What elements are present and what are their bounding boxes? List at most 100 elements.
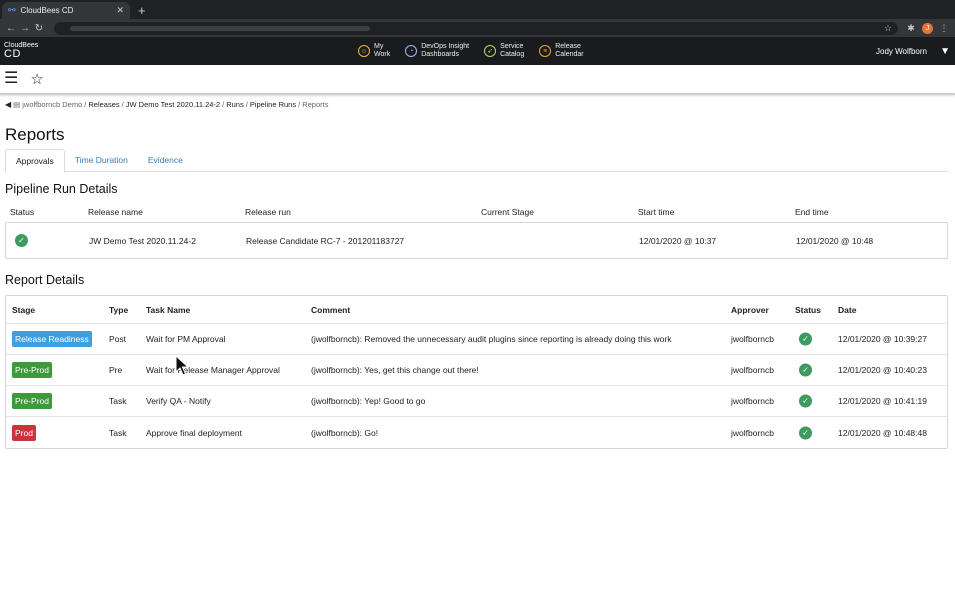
nav-devops-insight[interactable]: ◔ DevOps Insight Dashboards <box>405 43 469 59</box>
page-title: Reports <box>5 125 65 144</box>
forward-icon[interactable]: → <box>18 23 32 34</box>
start-time-value: 12/01/2020 @ 10:37 <box>639 236 717 246</box>
report-details-heading: Report Details <box>5 273 85 287</box>
date-cell: 12/01/2020 @ 10:40:23 <box>838 365 927 375</box>
breadcrumb-pipeline-runs[interactable]: Pipeline Runs <box>250 100 296 109</box>
breadcrumb-current: Reports <box>302 100 329 109</box>
approver-cell: jwolfborncb <box>731 334 774 344</box>
table-header-row: Stage Type Task Name Comment Approver St… <box>6 296 947 324</box>
nav-release-calendar[interactable]: ≡ Release Calendar <box>539 43 584 59</box>
type-cell: Post <box>109 334 127 344</box>
tab-evidence[interactable]: Evidence <box>138 149 193 172</box>
extensions-icon[interactable]: ✱ <box>904 23 918 34</box>
hamburger-menu-icon[interactable]: ☰ <box>4 71 18 87</box>
browser-toolbar: ← → ↻ ☆ ✱ J ⋮ <box>0 19 955 37</box>
table-row[interactable]: Prod Task Approve final deployment (jwol… <box>6 417 947 448</box>
tab-approvals[interactable]: Approvals <box>5 149 65 173</box>
success-check-icon: ✓ <box>15 234 28 247</box>
reload-icon[interactable]: ↻ <box>32 23 46 34</box>
col-status: Status <box>10 207 35 217</box>
back-icon[interactable]: ← <box>4 23 18 34</box>
browser-profile-avatar[interactable]: J <box>922 22 933 34</box>
approver-cell: jwolfborncb <box>731 427 774 438</box>
breadcrumb-releases[interactable]: Releases <box>88 100 119 109</box>
bookmark-star-icon[interactable]: ☆ <box>884 23 892 34</box>
top-nav: ☺ My Work ◔ DevOps Insight Dashboards ➶ Se… <box>358 37 599 65</box>
stage-badge: Pre-Prod <box>12 362 53 378</box>
type-cell: Task <box>109 396 127 406</box>
user-menu[interactable]: Jody Wolfborn <box>876 47 927 56</box>
nav-my-work[interactable]: ☺ My Work <box>358 43 390 59</box>
col-date: Date <box>838 304 857 315</box>
rocket-icon: ➶ <box>484 45 497 57</box>
table-row[interactable]: Pre-Prod Pre Wait for Release Manager Ap… <box>6 355 947 386</box>
breadcrumb-runs[interactable]: Runs <box>226 100 244 109</box>
task-name-cell: Verify QA - Notify <box>146 396 211 406</box>
browser-tab-title: CloudBees CD <box>20 6 74 15</box>
breadcrumb-release[interactable]: JW Demo Test 2020.11.24-2 <box>126 100 220 109</box>
calendar-icon: ≡ <box>539 45 552 57</box>
col-release-name: Release name <box>88 207 143 217</box>
comment-cell: (jwolfborncb): Go! <box>311 427 379 438</box>
brand-logo[interactable]: CloudBees CD <box>4 42 38 60</box>
app-toolbar: ☰ ☆ <box>0 65 955 95</box>
new-tab-button[interactable]: + <box>138 2 146 19</box>
type-cell: Pre <box>109 365 123 375</box>
app-header: CloudBees CD ☺ My Work ◔ DevOps Insight Da… <box>0 37 955 65</box>
comment-cell: (jwolfborncb): Yep! Good to go <box>311 396 426 406</box>
brand-bottom: CD <box>4 48 21 60</box>
col-status: Status <box>795 304 821 315</box>
col-stage: Stage <box>12 304 36 315</box>
date-cell: 12/01/2020 @ 10:48:48 <box>838 427 927 438</box>
col-type: Type <box>109 304 129 315</box>
my-work-icon: ☺ <box>358 45 370 57</box>
dashboard-gauge-icon: ◔ <box>405 45 418 57</box>
pipeline-run-heading: Pipeline Run Details <box>5 182 118 196</box>
col-release-run: Release run <box>245 207 291 217</box>
col-approver: Approver <box>731 304 769 315</box>
stage-badge: Release Readiness <box>12 331 92 347</box>
approved-check-icon: ✓ <box>799 394 812 408</box>
cloudbees-favicon-icon: ⚯ <box>8 5 16 15</box>
release-run-value: Release Candidate RC-7 - 201201183727 <box>246 236 405 246</box>
release-name-value: JW Demo Test 2020.11.24-2 <box>89 236 196 246</box>
approved-check-icon: ✓ <box>799 426 812 439</box>
address-bar[interactable]: ☆ <box>54 21 898 35</box>
breadcrumb: ◀ ▤ jwolfborncb Demo / Releases / JW Dem… <box>5 100 329 109</box>
browser-tab[interactable]: ⚯ CloudBees CD ✕ <box>2 2 130 19</box>
breadcrumb-project[interactable]: jwolfborncb Demo <box>22 100 82 109</box>
date-cell: 12/01/2020 @ 10:41:19 <box>838 396 927 406</box>
nav-service-catalog[interactable]: ➶ Service Catalog <box>484 43 524 59</box>
type-cell: Task <box>109 427 127 438</box>
col-comment: Comment <box>311 304 351 315</box>
comment-cell: (jwolfborncb): Yes, get this change out … <box>311 365 479 375</box>
col-task-name: Task Name <box>146 304 191 315</box>
blurred-url <box>70 25 370 31</box>
approved-check-icon: ✓ <box>799 363 812 377</box>
task-name-cell: Wait for Release Manager Approval <box>146 365 280 375</box>
approved-check-icon: ✓ <box>799 332 812 346</box>
col-end-time: End time <box>795 207 829 217</box>
report-details-table: Stage Type Task Name Comment Approver St… <box>5 295 948 449</box>
stage-badge: Prod <box>12 424 36 441</box>
date-cell: 12/01/2020 @ 10:39:27 <box>838 334 927 344</box>
table-row[interactable]: Pre-Prod Task Verify QA - Notify (jwolfb… <box>6 386 947 417</box>
approver-cell: jwolfborncb <box>731 365 774 375</box>
table-row[interactable]: Release Readiness Post Wait for PM Appro… <box>6 324 947 355</box>
end-time-value: 12/01/2020 @ 10:48 <box>796 236 874 246</box>
caret-down-icon[interactable]: ▼ <box>940 46 950 57</box>
favorites-star-icon[interactable]: ☆ <box>30 72 43 87</box>
task-name-cell: Wait for PM Approval <box>146 334 226 344</box>
browser-menu-icon[interactable]: ⋮ <box>937 23 951 34</box>
close-tab-icon[interactable]: ✕ <box>116 5 124 16</box>
pipeline-run-row: ✓ JW Demo Test 2020.11.24-2 Release Cand… <box>5 222 948 259</box>
task-name-cell: Approve final deployment <box>146 427 242 438</box>
browser-tabbar: ⚯ CloudBees CD ✕ + <box>0 0 955 19</box>
comment-cell: (jwolfborncb): Removed the unnecessary a… <box>311 334 672 344</box>
report-tabs: Approvals Time Duration Evidence <box>5 149 948 173</box>
col-current-stage: Current Stage <box>481 207 534 217</box>
col-start-time: Start time <box>638 207 675 217</box>
tab-time-duration[interactable]: Time Duration <box>65 149 138 172</box>
project-icon: ▤ <box>13 100 21 109</box>
back-arrow-icon[interactable]: ◀ <box>5 100 11 109</box>
